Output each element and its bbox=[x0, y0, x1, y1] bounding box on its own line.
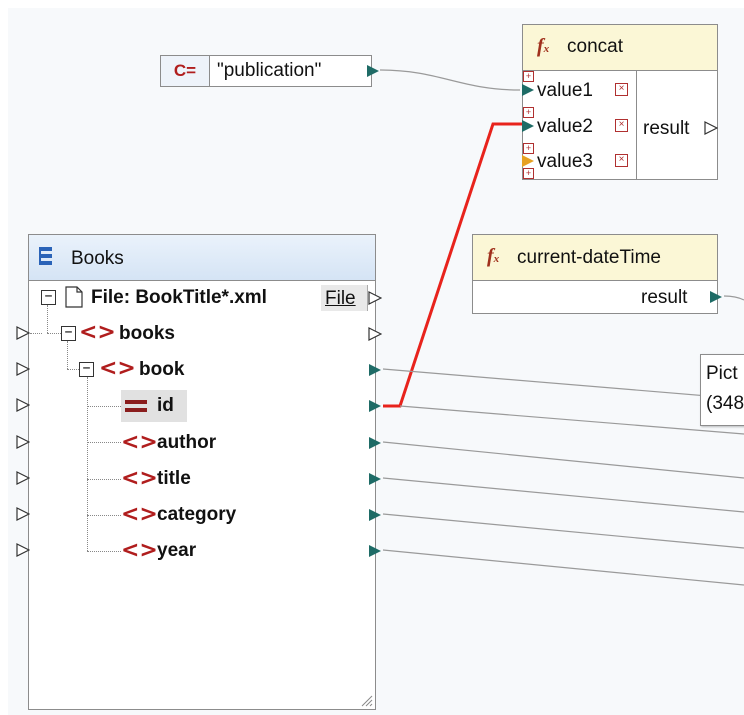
concat-result-output-port[interactable] bbox=[704, 121, 718, 135]
tree-line bbox=[67, 341, 68, 369]
plus-icon[interactable]: + bbox=[523, 168, 534, 179]
current-datetime-header[interactable]: fx current-dateTime bbox=[473, 235, 717, 281]
tree-line bbox=[87, 377, 88, 551]
value1-input-port[interactable] bbox=[521, 83, 535, 97]
connection-year-out[interactable] bbox=[382, 549, 744, 586]
element-icon: <> bbox=[79, 320, 116, 345]
connection-datetime-result-out[interactable] bbox=[723, 295, 744, 301]
value3-input-port[interactable] bbox=[521, 154, 535, 168]
concat-title: concat bbox=[567, 36, 623, 57]
constant-component[interactable]: C= "publication" bbox=[160, 55, 379, 87]
books-output-port[interactable] bbox=[368, 327, 382, 341]
value2-label: value2 bbox=[537, 116, 593, 137]
node-year-label[interactable]: year bbox=[157, 540, 196, 562]
books-title: Books bbox=[71, 248, 124, 269]
collapse-books-icon[interactable]: − bbox=[61, 326, 76, 341]
current-datetime-result-label: result bbox=[641, 287, 688, 308]
tree-line bbox=[87, 406, 121, 407]
books-header[interactable]: Books bbox=[29, 235, 375, 281]
node-id-label[interactable]: id bbox=[157, 395, 174, 417]
collapse-file-icon[interactable]: − bbox=[41, 290, 56, 305]
books-component[interactable]: Books − File: BookTitle*.xml File − <> b… bbox=[28, 234, 382, 710]
category-input-port[interactable] bbox=[16, 507, 30, 521]
file-label: File: BookTitle*.xml bbox=[91, 287, 267, 308]
element-icon: <> bbox=[121, 430, 158, 455]
function-icon: fx bbox=[537, 35, 550, 57]
node-title-label[interactable]: title bbox=[157, 468, 191, 490]
tree-line bbox=[67, 369, 79, 370]
year-output-port[interactable] bbox=[368, 544, 382, 558]
function-icon: fx bbox=[487, 245, 500, 267]
tree-line bbox=[87, 515, 121, 516]
category-output-port[interactable] bbox=[368, 508, 382, 522]
plus-icon[interactable]: + bbox=[523, 143, 534, 154]
connection-id-out[interactable] bbox=[399, 405, 744, 435]
element-icon: <> bbox=[99, 356, 136, 381]
tree-line bbox=[30, 333, 42, 334]
node-author-label[interactable]: author bbox=[157, 432, 216, 454]
value1-label: value1 bbox=[537, 80, 593, 101]
element-icon: <> bbox=[121, 466, 158, 491]
file-output-port[interactable] bbox=[368, 291, 382, 305]
file-icon bbox=[65, 286, 83, 308]
node-book-label[interactable]: book bbox=[139, 359, 184, 381]
concat-result-label: result bbox=[643, 118, 690, 139]
resize-grip-icon[interactable] bbox=[359, 693, 373, 707]
current-datetime-result-output-port[interactable] bbox=[709, 290, 723, 304]
value3-label: value3 bbox=[537, 151, 593, 172]
value2-input-port[interactable] bbox=[521, 119, 535, 133]
connection-title-out[interactable] bbox=[382, 477, 744, 513]
tooltip-line2: (348 bbox=[706, 393, 744, 414]
book-output-port[interactable] bbox=[368, 363, 382, 377]
tree-line bbox=[87, 479, 121, 480]
attribute-icon bbox=[125, 400, 147, 404]
tooltip-line1: Pict bbox=[706, 363, 738, 384]
author-input-port[interactable] bbox=[16, 435, 30, 449]
id-input-port[interactable] bbox=[16, 398, 30, 412]
element-icon: <> bbox=[121, 538, 158, 563]
constant-type-label: C= bbox=[161, 56, 210, 86]
tree-line bbox=[47, 305, 48, 333]
current-datetime-title: current-dateTime bbox=[517, 247, 661, 268]
connection-author-out[interactable] bbox=[382, 441, 744, 479]
title-input-port[interactable] bbox=[16, 471, 30, 485]
plus-icon[interactable]: + bbox=[523, 107, 534, 118]
current-datetime-function[interactable]: fx current-dateTime result bbox=[472, 234, 722, 314]
concat-divider bbox=[636, 70, 637, 179]
remove-value2-icon[interactable]: × bbox=[615, 119, 628, 132]
connection-category-out[interactable] bbox=[382, 513, 744, 549]
year-input-port[interactable] bbox=[16, 543, 30, 557]
book-input-port[interactable] bbox=[16, 362, 30, 376]
element-icon: <> bbox=[121, 502, 158, 527]
tree-line bbox=[87, 551, 121, 552]
schema-component-icon bbox=[39, 247, 52, 265]
concat-header[interactable]: fx concat bbox=[523, 25, 717, 71]
id-output-port[interactable] bbox=[368, 399, 382, 413]
tree-line bbox=[47, 333, 61, 334]
connection-book-out[interactable] bbox=[382, 368, 744, 400]
title-output-port[interactable] bbox=[368, 472, 382, 486]
author-output-port[interactable] bbox=[368, 436, 382, 450]
collapse-book-icon[interactable]: − bbox=[79, 362, 94, 377]
tree-line bbox=[87, 442, 121, 443]
remove-value1-icon[interactable]: × bbox=[615, 83, 628, 96]
books-input-port[interactable] bbox=[16, 326, 30, 340]
concat-function[interactable]: fx concat + value1 × + value2 × + value3… bbox=[522, 24, 718, 180]
node-category-label[interactable]: category bbox=[157, 504, 236, 526]
tooltip: Pict (348 bbox=[700, 354, 744, 426]
attribute-icon-bar bbox=[125, 408, 147, 412]
file-button[interactable]: File bbox=[321, 285, 368, 311]
constant-value[interactable]: "publication" bbox=[217, 60, 321, 82]
remove-value3-icon[interactable]: × bbox=[615, 154, 628, 167]
constant-output-port[interactable] bbox=[366, 64, 380, 78]
file-button-label: File bbox=[325, 288, 356, 309]
node-id-selection[interactable] bbox=[121, 390, 187, 422]
connection-constant-to-value1[interactable] bbox=[379, 69, 521, 91]
plus-icon[interactable]: + bbox=[523, 71, 534, 82]
node-books-label[interactable]: books bbox=[119, 323, 175, 345]
